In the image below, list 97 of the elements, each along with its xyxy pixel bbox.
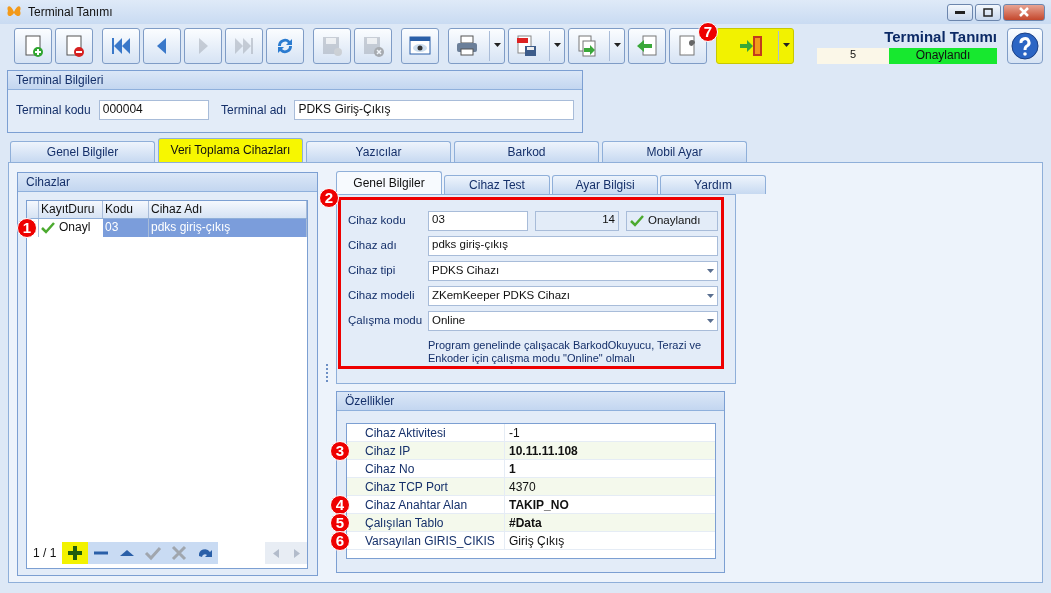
text-field[interactable]: pdks giriş-çıkış <box>428 235 718 256</box>
help-note: Program genelinde çalışacak BarkodOkuyucu, Terazi ve Enkoder için çalışma modu "Online" olmalı <box>428 339 703 365</box>
table-cell: 03 <box>103 219 149 237</box>
panel-title: Özellikler <box>337 392 724 411</box>
pdf-save-icon <box>515 34 539 58</box>
add-icon <box>66 544 85 562</box>
panel-title: Cihazlar <box>18 173 317 192</box>
field-label: Cihaz kodu <box>348 213 407 228</box>
splitter-handle-icon[interactable] <box>325 364 329 384</box>
maximize-button[interactable] <box>975 3 1001 21</box>
cancel-save-icon <box>361 34 385 58</box>
property-value: 10.11.11.108 <box>508 443 578 459</box>
status-label: Onaylandı <box>889 48 997 64</box>
field-label: Cihaz tipi <box>348 263 397 278</box>
field-label: Cihaz modeli <box>348 288 416 303</box>
dropdown-arrow-icon <box>707 293 714 298</box>
add-button[interactable] <box>62 542 89 564</box>
tab[interactable]: Ayar Bilgisi <box>552 175 658 194</box>
property-value: 1 <box>508 461 516 477</box>
code-field[interactable]: 03 <box>428 210 528 231</box>
tab[interactable]: Veri Toplama Cihazları <box>158 138 303 162</box>
dropdown-arrow-icon <box>707 268 714 273</box>
check-icon <box>630 214 644 227</box>
tab[interactable]: Yazıcılar <box>306 141 451 162</box>
dropdown-field[interactable]: PDKS Cihazı <box>428 260 718 281</box>
tab[interactable]: Genel Bilgiler <box>336 171 442 194</box>
column-header: KayıtDuru <box>39 201 103 218</box>
caret-icon <box>783 43 790 47</box>
refresh-button[interactable] <box>266 28 304 64</box>
caret-icon <box>494 43 501 47</box>
tab[interactable]: Cihaz Test <box>444 175 550 194</box>
new-button[interactable] <box>14 28 52 64</box>
property-value: 4370 <box>508 479 536 495</box>
printer-icon <box>455 34 479 58</box>
form-title: Terminal Tanımı <box>883 28 997 46</box>
close-icon <box>1019 7 1029 17</box>
record-position: 1 / 1 <box>32 545 58 561</box>
prev-button[interactable] <box>143 28 181 64</box>
remove-icon <box>92 550 111 556</box>
cancel-icon <box>170 544 189 562</box>
count-field: 14 <box>535 210 619 231</box>
field-label: Cihaz adı <box>348 238 398 253</box>
confirm-icon <box>144 544 163 562</box>
panel-title: Terminal Bilgileri <box>8 71 582 90</box>
column-header: Kodu <box>103 201 149 218</box>
export-icon <box>575 34 599 58</box>
property-value: Giriş Çıkış <box>508 533 565 549</box>
property-name: Cihaz TCP Port <box>347 478 505 495</box>
field-label: Çalışma modu <box>348 313 424 328</box>
property-value: -1 <box>508 425 520 441</box>
record-number: 5 <box>817 48 889 64</box>
maximize-icon <box>983 7 993 17</box>
import-icon <box>635 34 659 58</box>
minimize-icon <box>955 10 965 14</box>
tab[interactable]: Yardım <box>660 175 766 194</box>
preview-icon <box>408 34 432 58</box>
table-cell: Onayl <box>39 219 103 237</box>
window-title: Terminal Tanımı <box>28 4 114 20</box>
pdf-button[interactable] <box>508 28 565 64</box>
import-button[interactable] <box>628 28 666 64</box>
help-button[interactable] <box>1007 28 1043 64</box>
exit-door-icon <box>739 34 763 58</box>
butterfly-icon <box>6 5 22 19</box>
terminal-name-field[interactable]: PDKS Giriş-Çıkış <box>294 100 574 120</box>
save-icon <box>320 34 344 58</box>
field-label: Terminal adı <box>221 102 287 118</box>
field-label: Terminal kodu <box>16 102 91 118</box>
print-button[interactable] <box>448 28 505 64</box>
dropdown-arrow-icon <box>707 318 714 323</box>
status-text: Onaylandı <box>648 213 701 228</box>
table-cell: pdks giriş-çıkış <box>149 219 307 237</box>
property-name: Cihaz No <box>347 460 505 477</box>
exit-button[interactable] <box>716 28 794 64</box>
callout-badge: 2 <box>319 188 339 208</box>
tab[interactable]: Barkod <box>454 141 599 162</box>
terminal-code-field[interactable]: 000004 <box>98 100 209 120</box>
caret-icon <box>614 43 621 47</box>
callout-badge: 3 <box>330 441 350 461</box>
delete-button[interactable] <box>55 28 93 64</box>
close-button[interactable] <box>1003 3 1045 21</box>
property-value: #Data <box>508 515 542 531</box>
callout-badge: 4 <box>330 495 350 515</box>
minimize-button[interactable] <box>947 3 973 21</box>
export-button[interactable] <box>568 28 625 64</box>
callout-badge: 6 <box>330 531 350 551</box>
first-button[interactable] <box>102 28 140 64</box>
dropdown-field[interactable]: ZKemKeeper PDKS Cihazı <box>428 285 718 306</box>
tab[interactable]: Mobil Ayar <box>602 141 747 162</box>
tab[interactable]: Genel Bilgiler <box>10 141 155 162</box>
dropdown-field[interactable]: Online <box>428 310 718 331</box>
column-header: Cihaz Adı <box>149 201 307 218</box>
property-value: TAKIP_NO <box>508 497 569 513</box>
callout-badge: 1 <box>17 218 37 238</box>
property-name: Cihaz Aktivitesi <box>347 424 505 441</box>
callout-badge: 5 <box>330 513 350 533</box>
caret-icon <box>554 43 561 47</box>
preview-button[interactable] <box>401 28 439 64</box>
